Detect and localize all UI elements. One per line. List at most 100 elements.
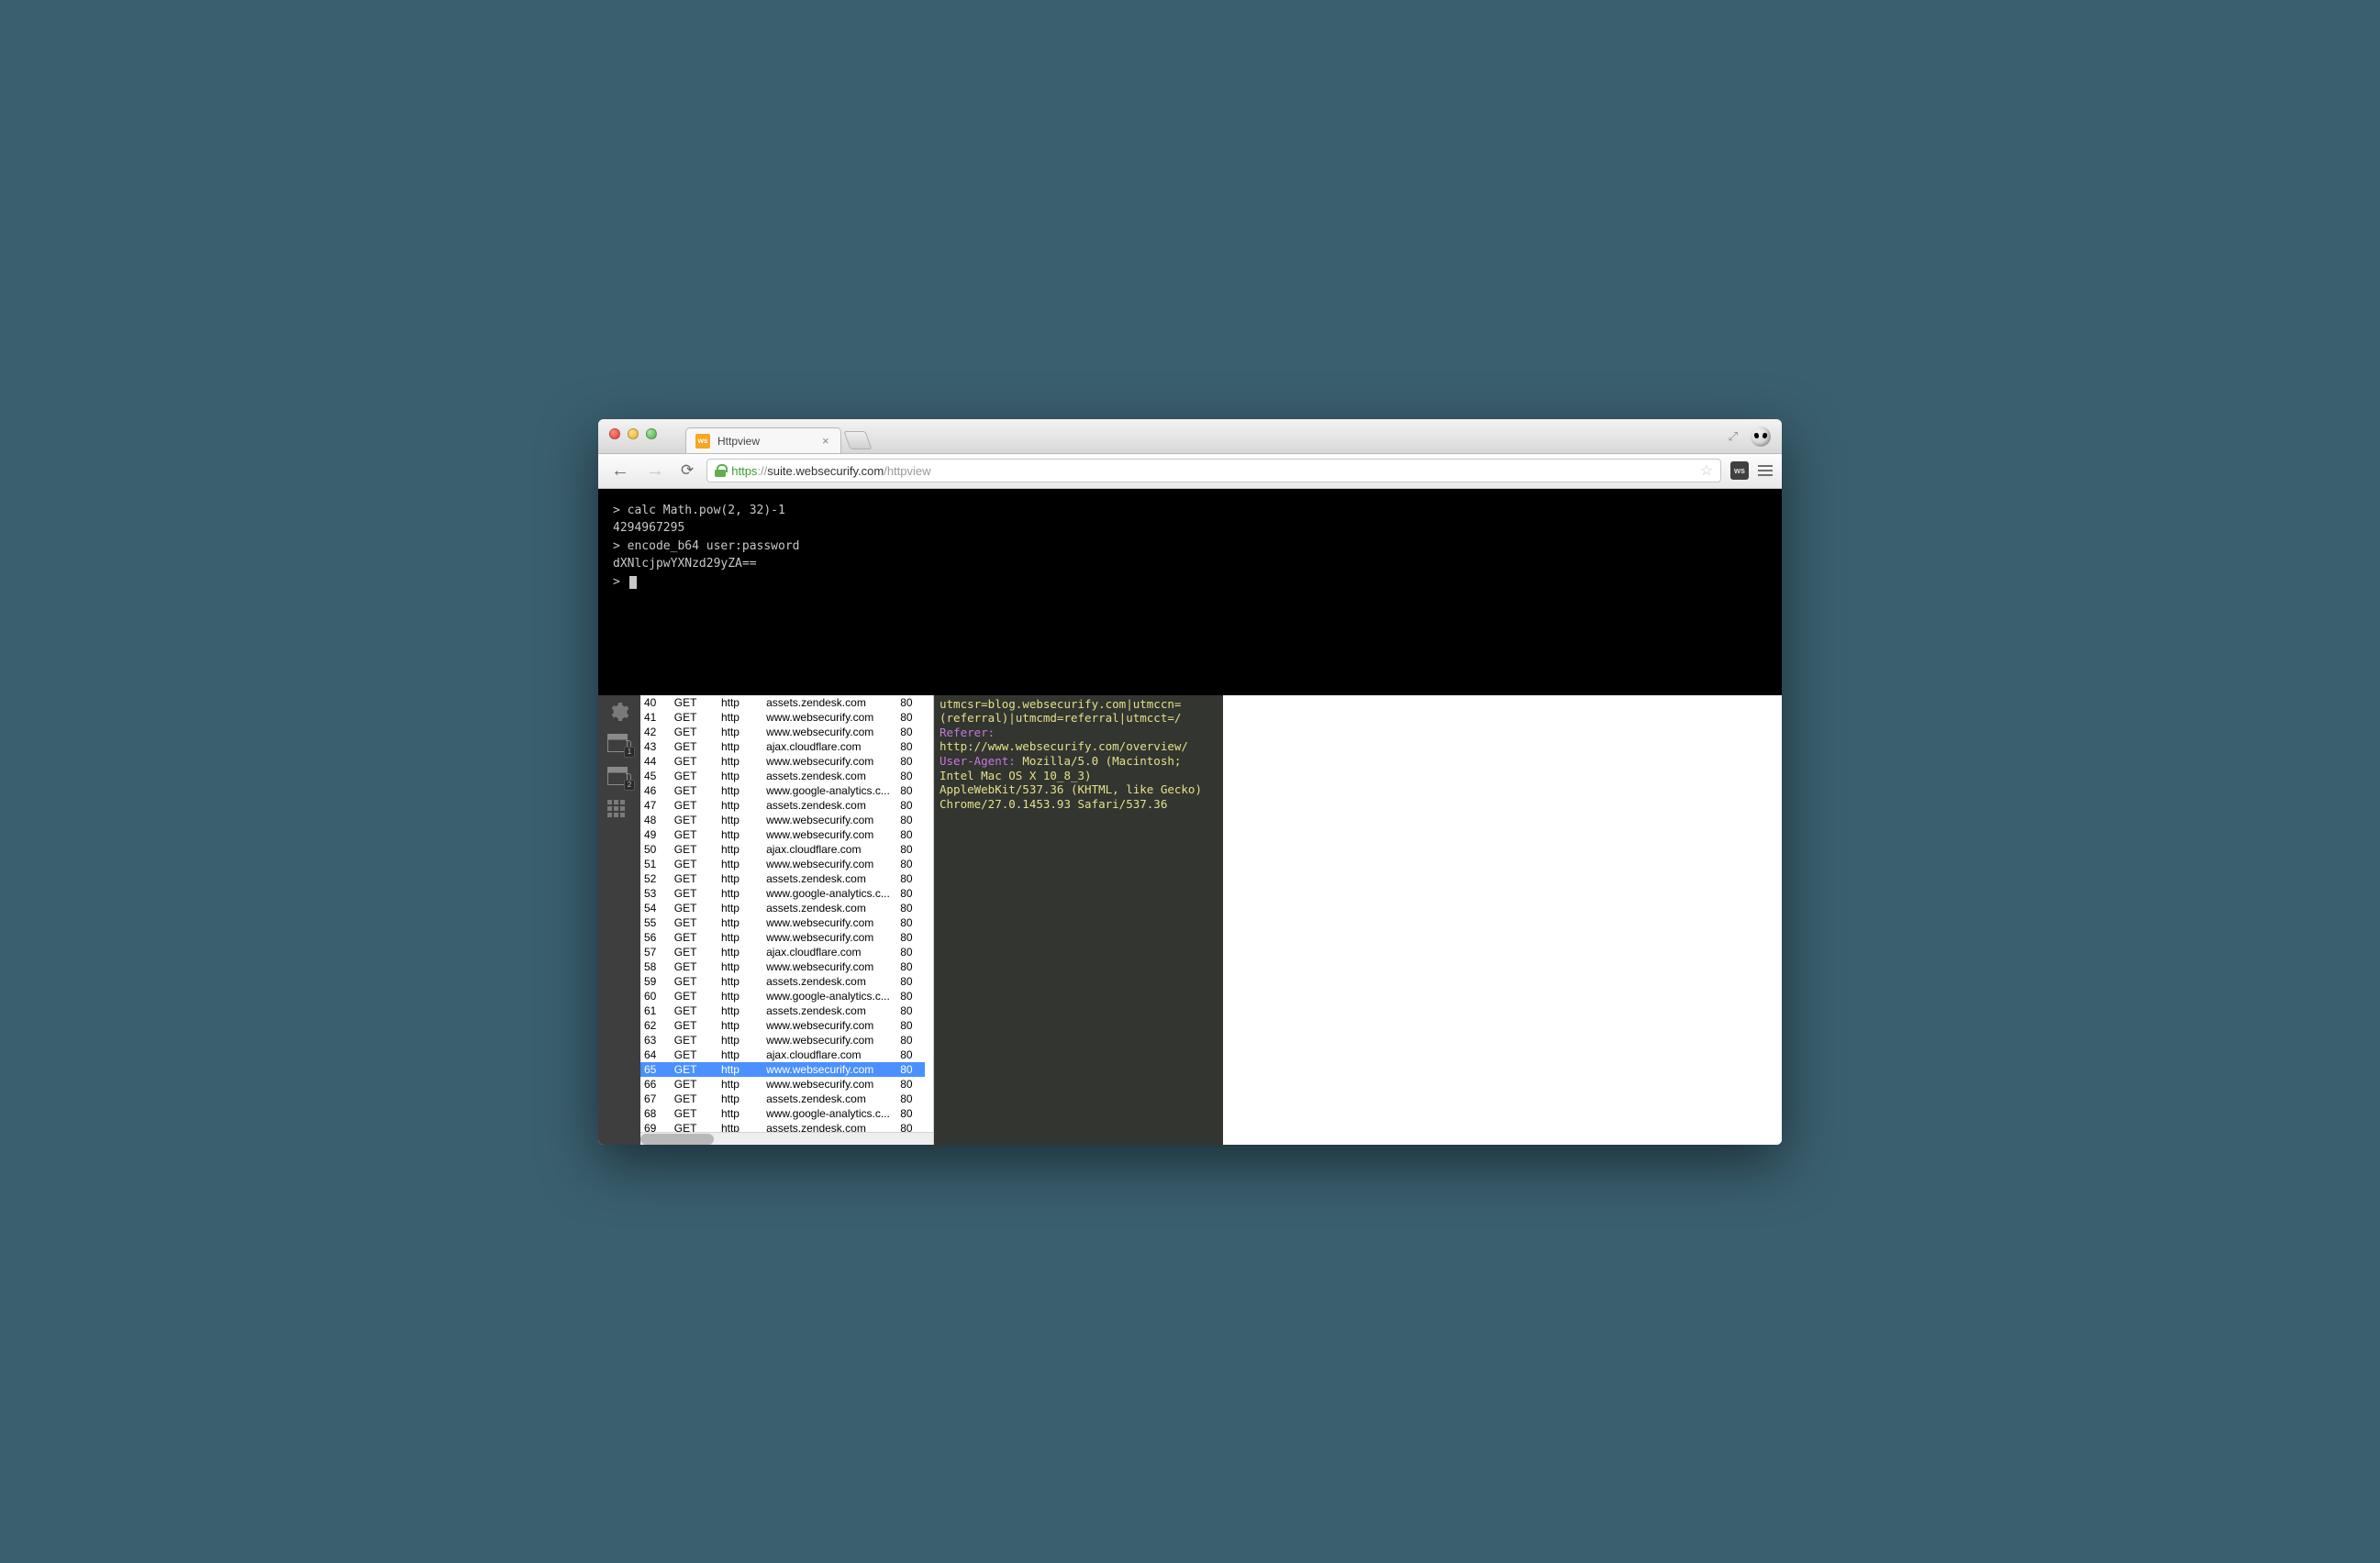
table-row[interactable]: 50GEThttpajax.cloudflare.com80	[640, 842, 925, 857]
table-row[interactable]: 43GEThttpajax.cloudflare.com80	[640, 739, 925, 754]
tool-sidebar: 1 2	[598, 695, 640, 1145]
cell-id: 65	[640, 1062, 671, 1077]
table-row[interactable]: 58GEThttpwww.websecurify.com80	[640, 959, 925, 974]
table-row[interactable]: 61GEThttpassets.zendesk.com80	[640, 1003, 925, 1018]
table-row[interactable]: 65GEThttpwww.websecurify.com80	[640, 1062, 925, 1077]
cell-method: GET	[671, 886, 717, 901]
table-row[interactable]: 49GEThttpwww.websecurify.com80	[640, 827, 925, 842]
request-detail[interactable]: utmcsr=blog.websecurify.com|utmccn= (ref…	[934, 695, 1223, 1145]
cell-id: 58	[640, 959, 671, 974]
minimize-window-button[interactable]	[628, 428, 639, 439]
cell-method: GET	[671, 1003, 717, 1018]
table-row[interactable]: 42GEThttpwww.websecurify.com80	[640, 725, 925, 739]
cell-method: GET	[671, 945, 717, 959]
bookmark-star-icon[interactable]: ☆	[1700, 461, 1713, 480]
table-row[interactable]: 59GEThttpassets.zendesk.com80	[640, 974, 925, 989]
table-row[interactable]: 53GEThttpwww.google-analytics.c...80	[640, 886, 925, 901]
cell-port: 80	[896, 798, 925, 813]
painter-tool-2[interactable]: 2	[607, 767, 631, 787]
table-row[interactable]: 46GEThttpwww.google-analytics.c...80	[640, 783, 925, 798]
table-row[interactable]: 66GEThttpwww.websecurify.com80	[640, 1077, 925, 1092]
cell-id: 62	[640, 1018, 671, 1033]
table-row[interactable]: 45GEThttpassets.zendesk.com80	[640, 769, 925, 783]
table-row[interactable]: 52GEThttpassets.zendesk.com80	[640, 871, 925, 886]
cell-host: www.websecurify.com	[762, 857, 896, 871]
table-row[interactable]: 51GEThttpwww.websecurify.com80	[640, 857, 925, 871]
tab-httpview[interactable]: ws Httpview ×	[685, 427, 841, 453]
request-table[interactable]: 40GEThttpassets.zendesk.com8041GEThttpww…	[640, 695, 934, 1145]
cell-scheme: http	[717, 754, 762, 769]
terminal[interactable]: > calc Math.pow(2, 32)-1 4294967295 > en…	[598, 489, 1782, 695]
cell-port: 80	[896, 1033, 925, 1048]
cell-host: www.websecurify.com	[762, 1077, 896, 1092]
cell-host: www.google-analytics.c...	[762, 783, 896, 798]
cell-host: www.websecurify.com	[762, 813, 896, 827]
table-row[interactable]: 54GEThttpassets.zendesk.com80	[640, 901, 925, 915]
table-row[interactable]: 67GEThttpassets.zendesk.com80	[640, 1092, 925, 1106]
table-row[interactable]: 68GEThttpwww.google-analytics.c...80	[640, 1106, 925, 1121]
table-row[interactable]: 64GEThttpajax.cloudflare.com80	[640, 1048, 925, 1062]
gear-icon[interactable]	[607, 701, 631, 721]
cell-method: GET	[671, 1033, 717, 1048]
table-row[interactable]: 62GEThttpwww.websecurify.com80	[640, 1018, 925, 1033]
table-row[interactable]: 47GEThttpassets.zendesk.com80	[640, 798, 925, 813]
new-tab-button[interactable]	[843, 431, 872, 449]
terminal-prompt: >	[613, 575, 628, 589]
back-button[interactable]: ←	[607, 460, 633, 482]
horizontal-scrollbar[interactable]	[640, 1132, 933, 1145]
grid-icon[interactable]	[607, 800, 631, 820]
cell-id: 43	[640, 739, 671, 754]
cell-id: 40	[640, 695, 671, 710]
cell-host: www.websecurify.com	[762, 1033, 896, 1048]
close-window-button[interactable]	[609, 428, 620, 439]
cell-scheme: http	[717, 915, 762, 930]
cell-id: 50	[640, 842, 671, 857]
table-row[interactable]: 41GEThttpwww.websecurify.com80	[640, 710, 925, 725]
cell-method: GET	[671, 930, 717, 945]
cell-method: GET	[671, 695, 717, 710]
cell-port: 80	[896, 871, 925, 886]
extension-websecurify-icon[interactable]: ws	[1730, 461, 1749, 480]
forward-button[interactable]: →	[642, 460, 668, 482]
cell-host: www.websecurify.com	[762, 930, 896, 945]
lock-icon	[715, 464, 726, 477]
table-row[interactable]: 48GEThttpwww.websecurify.com80	[640, 813, 925, 827]
cell-port: 80	[896, 959, 925, 974]
profile-avatar-icon[interactable]	[1751, 427, 1771, 447]
hamburger-menu-icon[interactable]	[1758, 465, 1773, 476]
cell-host: www.websecurify.com	[762, 915, 896, 930]
tab-close-icon[interactable]: ×	[822, 434, 829, 448]
cell-host: www.websecurify.com	[762, 1062, 896, 1077]
table-row[interactable]: 56GEThttpwww.websecurify.com80	[640, 930, 925, 945]
fullscreen-icon[interactable]: ⤢	[1729, 429, 1738, 444]
cell-host: assets.zendesk.com	[762, 798, 896, 813]
cell-method: GET	[671, 842, 717, 857]
address-bar[interactable]: https://suite.websecurify.com/httpview ☆	[706, 459, 1721, 482]
cell-method: GET	[671, 798, 717, 813]
table-row[interactable]: 57GEThttpajax.cloudflare.com80	[640, 945, 925, 959]
url-scheme: https	[731, 464, 757, 478]
cell-host: www.websecurify.com	[762, 725, 896, 739]
cell-port: 80	[896, 886, 925, 901]
table-row[interactable]: 60GEThttpwww.google-analytics.c...80	[640, 989, 925, 1003]
cell-port: 80	[896, 813, 925, 827]
table-row[interactable]: 40GEThttpassets.zendesk.com80	[640, 695, 925, 710]
cell-method: GET	[671, 871, 717, 886]
table-row[interactable]: 44GEThttpwww.websecurify.com80	[640, 754, 925, 769]
reload-button[interactable]: ⟳	[677, 461, 697, 480]
cell-port: 80	[896, 1077, 925, 1092]
table-row[interactable]: 55GEThttpwww.websecurify.com80	[640, 915, 925, 930]
cell-scheme: http	[717, 1062, 762, 1077]
cell-scheme: http	[717, 769, 762, 783]
painter-tool-1[interactable]: 1	[607, 734, 631, 754]
table-row[interactable]: 63GEThttpwww.websecurify.com80	[640, 1033, 925, 1048]
cell-port: 80	[896, 695, 925, 710]
cell-id: 49	[640, 827, 671, 842]
scrollbar-thumb[interactable]	[640, 1134, 714, 1145]
maximize-window-button[interactable]	[646, 428, 657, 439]
cell-id: 51	[640, 857, 671, 871]
cell-port: 80	[896, 989, 925, 1003]
cell-id: 60	[640, 989, 671, 1003]
cell-id: 64	[640, 1048, 671, 1062]
cell-host: www.websecurify.com	[762, 1018, 896, 1033]
